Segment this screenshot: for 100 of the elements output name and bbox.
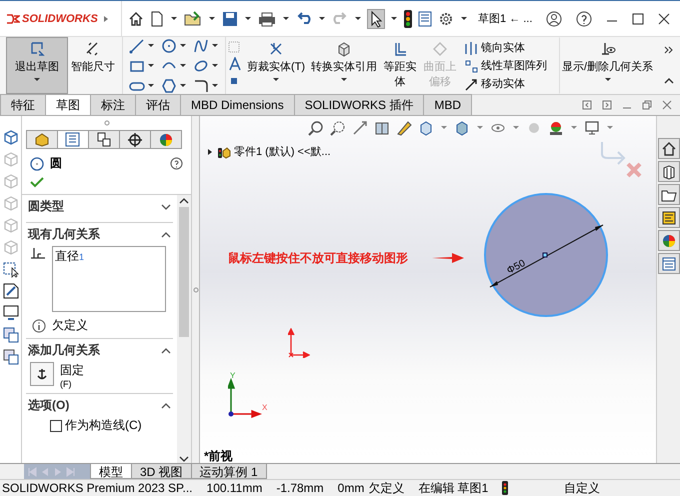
sketch-edit-icon[interactable] bbox=[2, 282, 20, 300]
panel-grip-icon[interactable] bbox=[104, 120, 110, 126]
ribbon-button[interactable]: 转换实体引用 bbox=[308, 37, 380, 94]
traffic-light-icon[interactable] bbox=[502, 481, 508, 495]
center-point[interactable] bbox=[542, 252, 548, 258]
previous-view-icon[interactable] bbox=[352, 120, 368, 136]
line-tool-icon[interactable] bbox=[129, 38, 145, 54]
ribbon-button[interactable]: 等距实体 bbox=[380, 37, 420, 94]
view-orientation-icon[interactable] bbox=[418, 120, 434, 136]
save-icon[interactable] bbox=[222, 10, 238, 26]
caret-icon[interactable] bbox=[179, 42, 187, 50]
command-tab[interactable]: MBD bbox=[423, 94, 472, 115]
caret-icon[interactable] bbox=[460, 14, 468, 22]
caret-icon[interactable] bbox=[179, 62, 187, 70]
sketch-cursor-icon[interactable] bbox=[2, 260, 20, 278]
task-pane-tab[interactable] bbox=[658, 253, 680, 274]
splitter-handle-icon[interactable] bbox=[192, 286, 198, 292]
caret-icon[interactable] bbox=[170, 14, 178, 22]
task-pane-tab[interactable] bbox=[658, 184, 680, 205]
task-pane-tab[interactable] bbox=[658, 138, 680, 159]
caret-icon[interactable] bbox=[318, 14, 326, 22]
previous-window-icon[interactable] bbox=[582, 100, 592, 110]
traffic-light-icon[interactable] bbox=[404, 10, 412, 28]
cube-icon[interactable] bbox=[2, 128, 20, 146]
ribbon-button[interactable]: 剪裁实体(T) bbox=[244, 37, 308, 94]
zoom-area-icon[interactable] bbox=[330, 120, 346, 136]
dynamic-annotation-icon[interactable] bbox=[396, 120, 412, 136]
caret-icon[interactable] bbox=[208, 14, 216, 22]
next-window-icon[interactable] bbox=[602, 100, 612, 110]
section-view-icon[interactable] bbox=[374, 120, 390, 136]
ribbon-tool[interactable]: 镜向实体 bbox=[464, 40, 548, 55]
scroll-down-icon[interactable] bbox=[179, 455, 189, 463]
collapse-chevron-icon[interactable] bbox=[161, 346, 171, 354]
open-folder-icon[interactable] bbox=[184, 10, 202, 26]
zoom-fit-icon[interactable] bbox=[308, 120, 324, 136]
task-pane-tab[interactable] bbox=[658, 207, 680, 228]
home-icon[interactable] bbox=[128, 10, 144, 26]
fix-relation-button[interactable] bbox=[30, 362, 54, 386]
feature-tree-item[interactable]: 零件1 (默认) <<默... bbox=[234, 144, 331, 159]
print-icon[interactable] bbox=[258, 10, 276, 26]
settings-icon[interactable] bbox=[438, 10, 454, 26]
monitor-icon[interactable] bbox=[584, 120, 600, 136]
copy-icon[interactable] bbox=[2, 326, 20, 344]
fillet-tool-icon[interactable] bbox=[193, 78, 209, 94]
caret-icon[interactable] bbox=[282, 14, 290, 22]
ribbon-button[interactable]: 显示/删除几何关系 bbox=[559, 37, 656, 94]
command-tab[interactable]: 草图 bbox=[45, 94, 91, 115]
command-tab[interactable]: 评估 bbox=[135, 94, 181, 115]
ribbon-button[interactable]: 智能尺寸 bbox=[68, 37, 118, 94]
command-tab[interactable]: 标注 bbox=[90, 94, 136, 115]
diameter-dimension[interactable]: Φ50 bbox=[490, 224, 604, 288]
caret-icon[interactable] bbox=[147, 62, 155, 70]
caret-icon[interactable] bbox=[244, 14, 252, 22]
ribbon-button[interactable]: 退出草图 bbox=[6, 37, 68, 94]
panel-tab[interactable] bbox=[57, 130, 89, 149]
caret-icon[interactable] bbox=[211, 82, 219, 90]
text-tool-icon[interactable] bbox=[228, 57, 242, 71]
more-chevron-icon[interactable] bbox=[664, 45, 674, 55]
expand-arrow-icon[interactable] bbox=[206, 148, 214, 156]
unit-system[interactable]: 自定义 bbox=[564, 480, 600, 496]
spline-tool-icon[interactable] bbox=[193, 38, 209, 54]
document-tab[interactable]: 3D 视图 bbox=[131, 464, 192, 479]
checkbox[interactable] bbox=[50, 420, 62, 432]
display-icon[interactable] bbox=[2, 304, 20, 322]
caret-icon[interactable] bbox=[211, 42, 219, 50]
collapse-chevron-icon[interactable] bbox=[161, 402, 171, 410]
caret-icon[interactable] bbox=[211, 62, 219, 70]
display-style-icon[interactable] bbox=[454, 120, 470, 136]
command-tab[interactable]: MBD Dimensions bbox=[180, 94, 295, 115]
collapse-chevron-icon[interactable] bbox=[664, 76, 674, 86]
help-icon[interactable] bbox=[576, 10, 592, 26]
document-tab[interactable]: 运动算例 1 bbox=[190, 464, 267, 479]
expand-chevron-icon[interactable] bbox=[161, 202, 171, 210]
file-properties-icon[interactable] bbox=[418, 10, 432, 26]
caret-icon[interactable] bbox=[390, 14, 398, 22]
close-icon[interactable] bbox=[658, 12, 670, 24]
scrollbar-thumb[interactable] bbox=[179, 207, 189, 337]
command-tab[interactable]: SOLIDWORKS 插件 bbox=[294, 94, 424, 115]
user-icon[interactable] bbox=[546, 10, 562, 26]
help-icon[interactable] bbox=[170, 157, 183, 170]
collapse-chevron-icon[interactable] bbox=[161, 230, 171, 238]
scroll-up-icon[interactable] bbox=[179, 197, 189, 205]
ribbon-tool[interactable]: 线性草图阵列 bbox=[464, 58, 548, 73]
panel-tab[interactable] bbox=[88, 130, 120, 149]
scene-icon[interactable] bbox=[548, 120, 564, 136]
point-tool-icon[interactable] bbox=[228, 75, 240, 87]
caret-icon[interactable] bbox=[354, 14, 362, 22]
new-document-icon[interactable] bbox=[150, 10, 164, 26]
task-pane-tab[interactable] bbox=[658, 161, 680, 182]
caret-icon[interactable] bbox=[179, 82, 187, 90]
ellipse-tool-icon[interactable] bbox=[193, 58, 209, 74]
polygon-tool-icon[interactable] bbox=[161, 78, 177, 94]
maximize-icon[interactable] bbox=[632, 12, 644, 24]
ribbon-tool[interactable]: 移动实体 bbox=[464, 76, 548, 91]
caret-icon[interactable] bbox=[147, 42, 155, 50]
copy-icon[interactable] bbox=[2, 348, 20, 366]
command-tab[interactable]: 特征 bbox=[0, 94, 46, 115]
confirm-check-icon[interactable] bbox=[30, 176, 44, 188]
select-pointer-icon[interactable] bbox=[368, 10, 384, 28]
document-tab[interactable]: 模型 bbox=[90, 464, 132, 479]
